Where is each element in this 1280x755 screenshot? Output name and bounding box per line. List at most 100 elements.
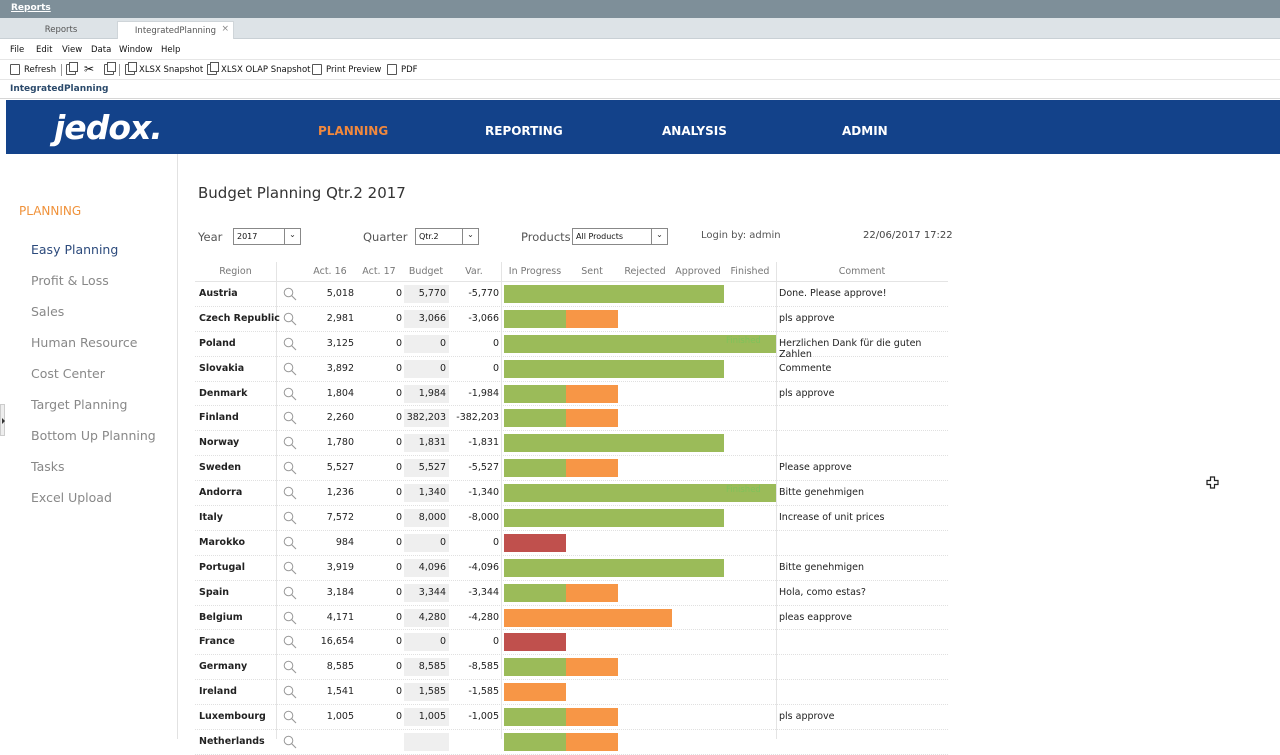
table-row: Norway 1,780 0 1,831 -1,831 [195,431,948,457]
sidebar-title: PLANNING [19,204,82,218]
status-bar-segment [504,658,566,677]
xlsx-snapshot-button[interactable]: XLSX Snapshot [125,62,203,75]
budget-cell[interactable]: 0 [404,636,446,647]
products-select[interactable]: All Products ⌄ [572,228,668,245]
table-header: Region Act. 16 Act. 17 Budget Var. In Pr… [195,262,948,282]
act16-cell: 5,527 [326,462,354,474]
cut-button[interactable]: ✂ [84,62,94,76]
sidebar-item-bottom-up-planning[interactable]: Bottom Up Planning [31,428,156,443]
menu-data[interactable]: Data [91,45,111,55]
status-bar-segment [566,459,618,478]
status-bar-segment [566,708,618,727]
sidebar-item-target-planning[interactable]: Target Planning [31,397,128,412]
region-cell: Finland [199,412,239,424]
datetime: 22/06/2017 17:22 [863,230,953,241]
chevron-down-icon: ⌄ [284,229,300,244]
status-bar-segment [504,285,724,303]
budget-input-bg[interactable] [404,733,449,752]
nav-reporting[interactable]: REPORTING [485,124,563,138]
col-act17[interactable]: Act. 17 [355,266,403,277]
comment-cell[interactable]: pls approve [779,711,835,722]
sidebar-item-human-resource[interactable]: Human Resource [31,335,137,350]
tab-integrated-planning[interactable]: IntegratedPlanning × [117,21,234,39]
menu-file[interactable]: File [10,45,24,55]
close-icon[interactable]: × [221,24,229,34]
search-icon[interactable] [283,735,297,749]
products-label: Products [521,230,571,244]
nav-planning[interactable]: PLANNING [318,124,388,138]
table-row: Luxembourg 1,005 0 1,005 -1,005 pls approve [195,705,948,731]
variance-cell: -5,527 [468,462,499,474]
table-row: Finland 2,260 0 382,203 -382,203 [195,406,948,432]
quarter-select[interactable]: Qtr.2 ⌄ [415,228,479,245]
budget-cell[interactable]: 1,984 [404,388,446,399]
toolbar-separator [119,64,120,76]
menu-window[interactable]: Window [119,45,153,55]
act16-cell: 3,919 [326,561,354,573]
refresh-button[interactable]: Refresh [10,64,56,75]
menu-help[interactable]: Help [161,45,180,55]
budget-cell[interactable]: 1,005 [404,711,446,722]
col-budget[interactable]: Budget [403,266,449,277]
comment-cell[interactable]: pls approve [779,388,835,399]
budget-cell[interactable]: 0 [404,363,446,374]
budget-cell[interactable]: 1,831 [404,437,446,448]
budget-cell[interactable]: 3,066 [404,313,446,324]
budget-cell[interactable]: 8,000 [404,512,446,523]
budget-cell[interactable]: 8,585 [404,661,446,672]
col-region[interactable]: Region [195,266,276,277]
comment-cell[interactable]: Increase of unit prices [779,512,884,523]
budget-cell[interactable]: 4,280 [404,612,446,623]
comment-cell[interactable]: Please approve [779,462,852,473]
budget-cell[interactable]: 382,203 [404,412,446,423]
sidebar-item-cost-center[interactable]: Cost Center [31,366,105,381]
sidebar-item-profit-loss[interactable]: Profit & Loss [31,273,109,288]
comment-cell[interactable]: pleas eapprove [779,612,852,623]
col-act16[interactable]: Act. 16 [305,266,355,277]
comment-cell[interactable]: Bitte genehmigen [779,487,864,498]
pdf-button[interactable]: PDF [387,64,418,75]
year-label: Year [198,230,223,244]
xlsx-olap-snapshot-button[interactable]: XLSX OLAP Snapshot [207,62,310,75]
table-row: Marokko 984 0 0 0 [195,531,948,556]
sidebar-item-excel-upload[interactable]: Excel Upload [31,490,112,505]
budget-cell[interactable]: 1,585 [404,686,446,697]
budget-cell[interactable]: 3,344 [404,587,446,598]
budget-cell[interactable]: 5,527 [404,462,446,473]
sidebar-item-tasks[interactable]: Tasks [31,459,65,474]
act16-cell: 5,018 [326,288,354,299]
comment-cell[interactable]: Bitte genehmigen [779,562,864,573]
variance-cell: -1,984 [468,387,499,399]
year-select[interactable]: 2017 ⌄ [233,228,301,245]
sidebar-collapse-handle[interactable] [0,404,5,436]
sidebar-item-sales[interactable]: Sales [31,304,64,319]
region-cell: Slovakia [199,362,245,374]
pdf-icon [387,64,397,75]
tab-reports[interactable]: Reports [6,21,116,39]
nav-analysis[interactable]: ANALYSIS [662,124,727,138]
col-var[interactable]: Var. [451,266,497,277]
comment-cell[interactable]: Commente [779,363,831,374]
comment-cell[interactable]: Hola, como estas? [779,587,866,598]
budget-cell[interactable]: 0 [404,338,446,349]
sidebar-item-easy-planning[interactable]: Easy Planning [31,242,118,257]
budget-cell[interactable]: 0 [404,537,446,548]
act16-cell: 1,236 [326,487,354,499]
region-cell: Belgium [199,611,243,623]
menu-edit[interactable]: Edit [36,45,52,55]
budget-cell[interactable]: 1,340 [404,487,446,498]
comment-cell[interactable]: pls approve [779,313,835,324]
menu-view[interactable]: View [62,45,82,55]
act17-cell: 0 [395,536,402,548]
paste-button[interactable] [104,62,116,75]
jedox-logo: jedox. [54,108,163,147]
move-cursor-icon [1206,476,1219,489]
budget-cell[interactable]: 4,096 [404,562,446,573]
comment-cell[interactable]: Done. Please approve! [779,288,887,299]
tab-bar: Reports IntegratedPlanning × [0,18,1280,39]
budget-cell[interactable]: 5,770 [404,288,446,299]
print-preview-button[interactable]: Print Preview [312,64,381,75]
copy-button[interactable] [66,62,78,75]
nav-admin[interactable]: ADMIN [842,124,888,138]
status-bar-segment [504,583,566,602]
